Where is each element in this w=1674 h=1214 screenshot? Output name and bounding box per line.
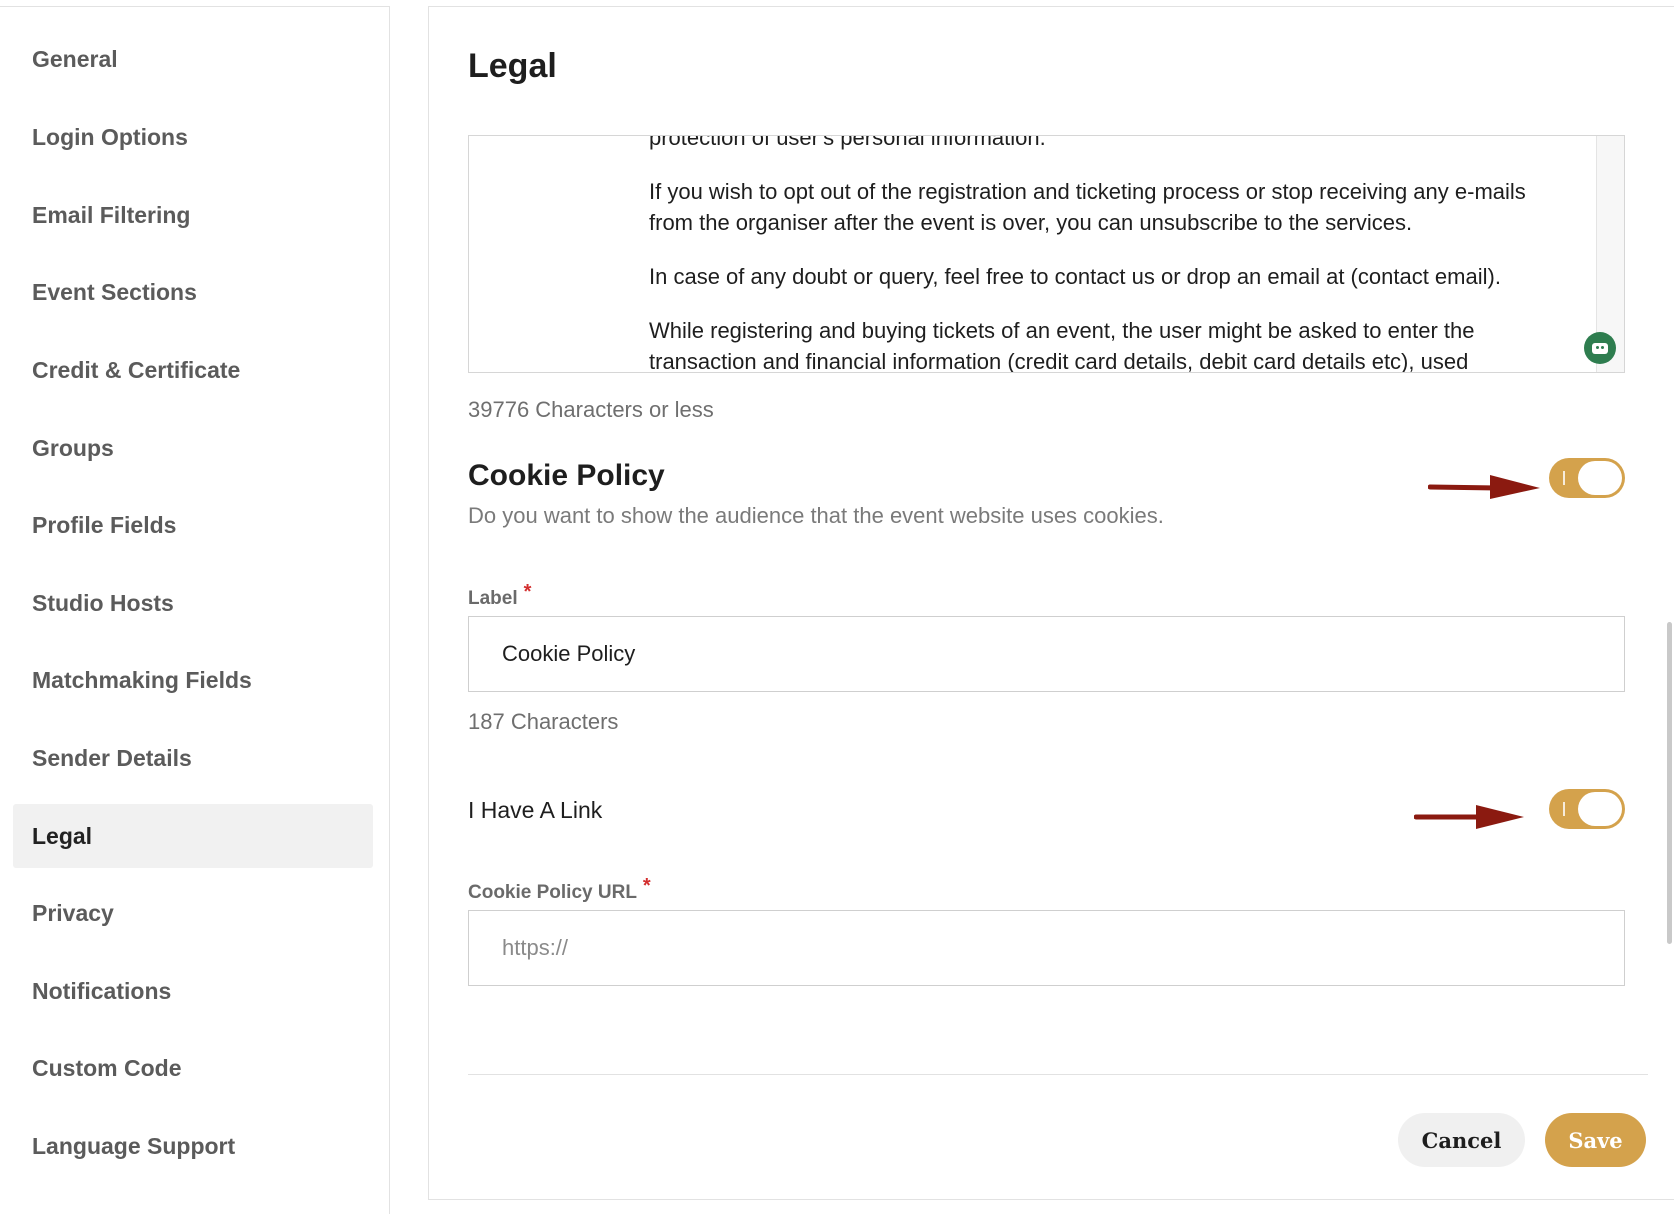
label-input[interactable] bbox=[468, 616, 1625, 692]
sidebar-item-legal[interactable]: Legal bbox=[13, 804, 373, 868]
sidebar-item-login-options[interactable]: Login Options bbox=[13, 105, 373, 169]
sidebar-item-credit-certificate[interactable]: Credit & Certificate bbox=[13, 338, 373, 402]
editor-paragraph: While registering and buying tickets of … bbox=[649, 318, 1475, 373]
sidebar-item-event-sections[interactable]: Event Sections bbox=[13, 260, 373, 324]
required-mark: * bbox=[642, 875, 651, 897]
page-scrollbar[interactable] bbox=[1667, 622, 1672, 944]
sidebar-item-seo[interactable]: SEO bbox=[13, 1191, 373, 1214]
save-button[interactable]: Save bbox=[1545, 1113, 1646, 1167]
sidebar-item-groups[interactable]: Groups bbox=[13, 416, 373, 480]
page-title: Legal bbox=[468, 47, 557, 85]
sidebar-item-language-support[interactable]: Language Support bbox=[13, 1114, 373, 1178]
sidebar-item-privacy[interactable]: Privacy bbox=[13, 881, 373, 945]
legal-text-editor[interactable]: protection of user's personal informatio… bbox=[468, 135, 1625, 373]
editor-char-hint: 39776 Characters or less bbox=[468, 397, 714, 422]
editor-content[interactable]: protection of user's personal informatio… bbox=[649, 135, 1549, 373]
footer-divider bbox=[468, 1074, 1648, 1075]
annotation-arrow bbox=[1428, 475, 1540, 499]
editor-paragraph: In case of any doubt or query, feel free… bbox=[649, 264, 1501, 289]
label-field-label: Label * bbox=[468, 581, 532, 609]
cancel-button[interactable]: Cancel bbox=[1398, 1113, 1525, 1167]
i-have-a-link-toggle[interactable] bbox=[1549, 789, 1625, 829]
sidebar-item-general[interactable]: General bbox=[13, 27, 373, 91]
assistant-bot-icon[interactable] bbox=[1584, 332, 1616, 364]
sidebar-item-custom-code[interactable]: Custom Code bbox=[13, 1036, 373, 1100]
sidebar-item-email-filtering[interactable]: Email Filtering bbox=[13, 183, 373, 247]
legal-settings-panel: Legal protection of user's personal info… bbox=[428, 6, 1674, 1200]
cookie-policy-title: Cookie Policy bbox=[468, 459, 665, 492]
annotation-arrow bbox=[1414, 805, 1524, 829]
editor-paragraph: protection of user's personal informatio… bbox=[649, 135, 1046, 150]
sidebar-item-matchmaking-fields[interactable]: Matchmaking Fields bbox=[13, 648, 373, 712]
i-have-a-link-label: I Have A Link bbox=[468, 797, 603, 823]
sidebar-item-profile-fields[interactable]: Profile Fields bbox=[13, 493, 373, 557]
required-mark: * bbox=[523, 581, 532, 603]
cookie-policy-url-label: Cookie Policy URL * bbox=[468, 875, 651, 903]
label-char-hint: 187 Characters bbox=[468, 709, 619, 734]
settings-sidebar: General Login Options Email Filtering Ev… bbox=[0, 6, 390, 1214]
sidebar-item-studio-hosts[interactable]: Studio Hosts bbox=[13, 571, 373, 635]
cookie-policy-toggle[interactable] bbox=[1549, 458, 1625, 498]
cookie-policy-url-input[interactable] bbox=[468, 910, 1625, 986]
sidebar-item-sender-details[interactable]: Sender Details bbox=[13, 726, 373, 790]
editor-paragraph: If you wish to opt out of the registrati… bbox=[649, 179, 1526, 235]
cookie-policy-description: Do you want to show the audience that th… bbox=[468, 503, 1164, 528]
sidebar-item-notifications[interactable]: Notifications bbox=[13, 959, 373, 1023]
